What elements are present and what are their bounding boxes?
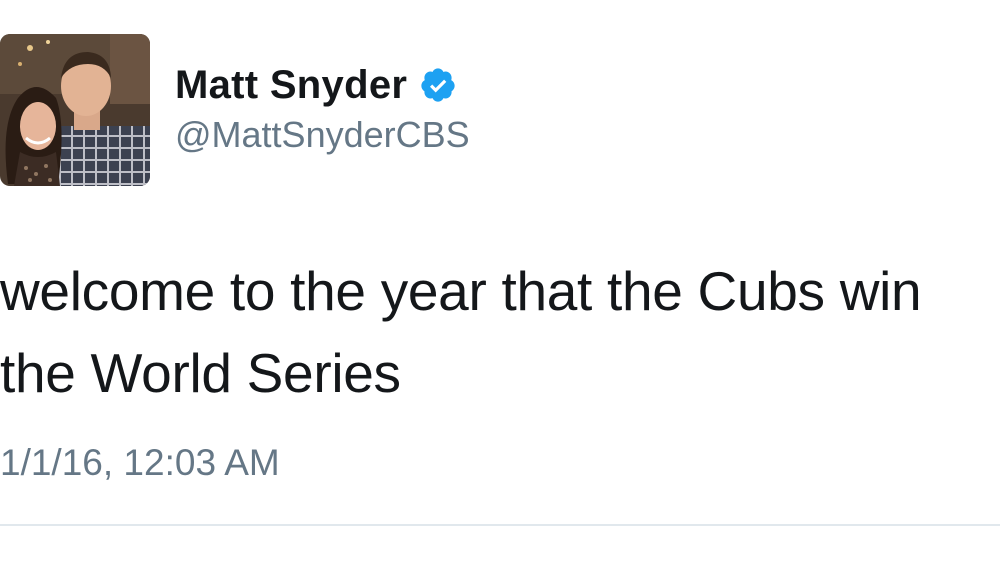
- tweet-card: Matt Snyder @MattSnyderCBS welcome to th…: [0, 0, 1000, 563]
- author-display-name[interactable]: Matt Snyder: [175, 58, 407, 112]
- profile-photo-icon: [0, 34, 150, 186]
- verified-badge-icon: [419, 66, 457, 104]
- divider: [0, 524, 1000, 526]
- author-handle[interactable]: @MattSnyderCBS: [175, 110, 470, 160]
- tweet-text: welcome to the year that the Cubs win th…: [0, 260, 922, 404]
- author-name-row: Matt Snyder: [175, 58, 457, 112]
- avatar[interactable]: [0, 34, 150, 186]
- tweet-timestamp[interactable]: 1/1/16, 12:03 AM: [0, 438, 280, 488]
